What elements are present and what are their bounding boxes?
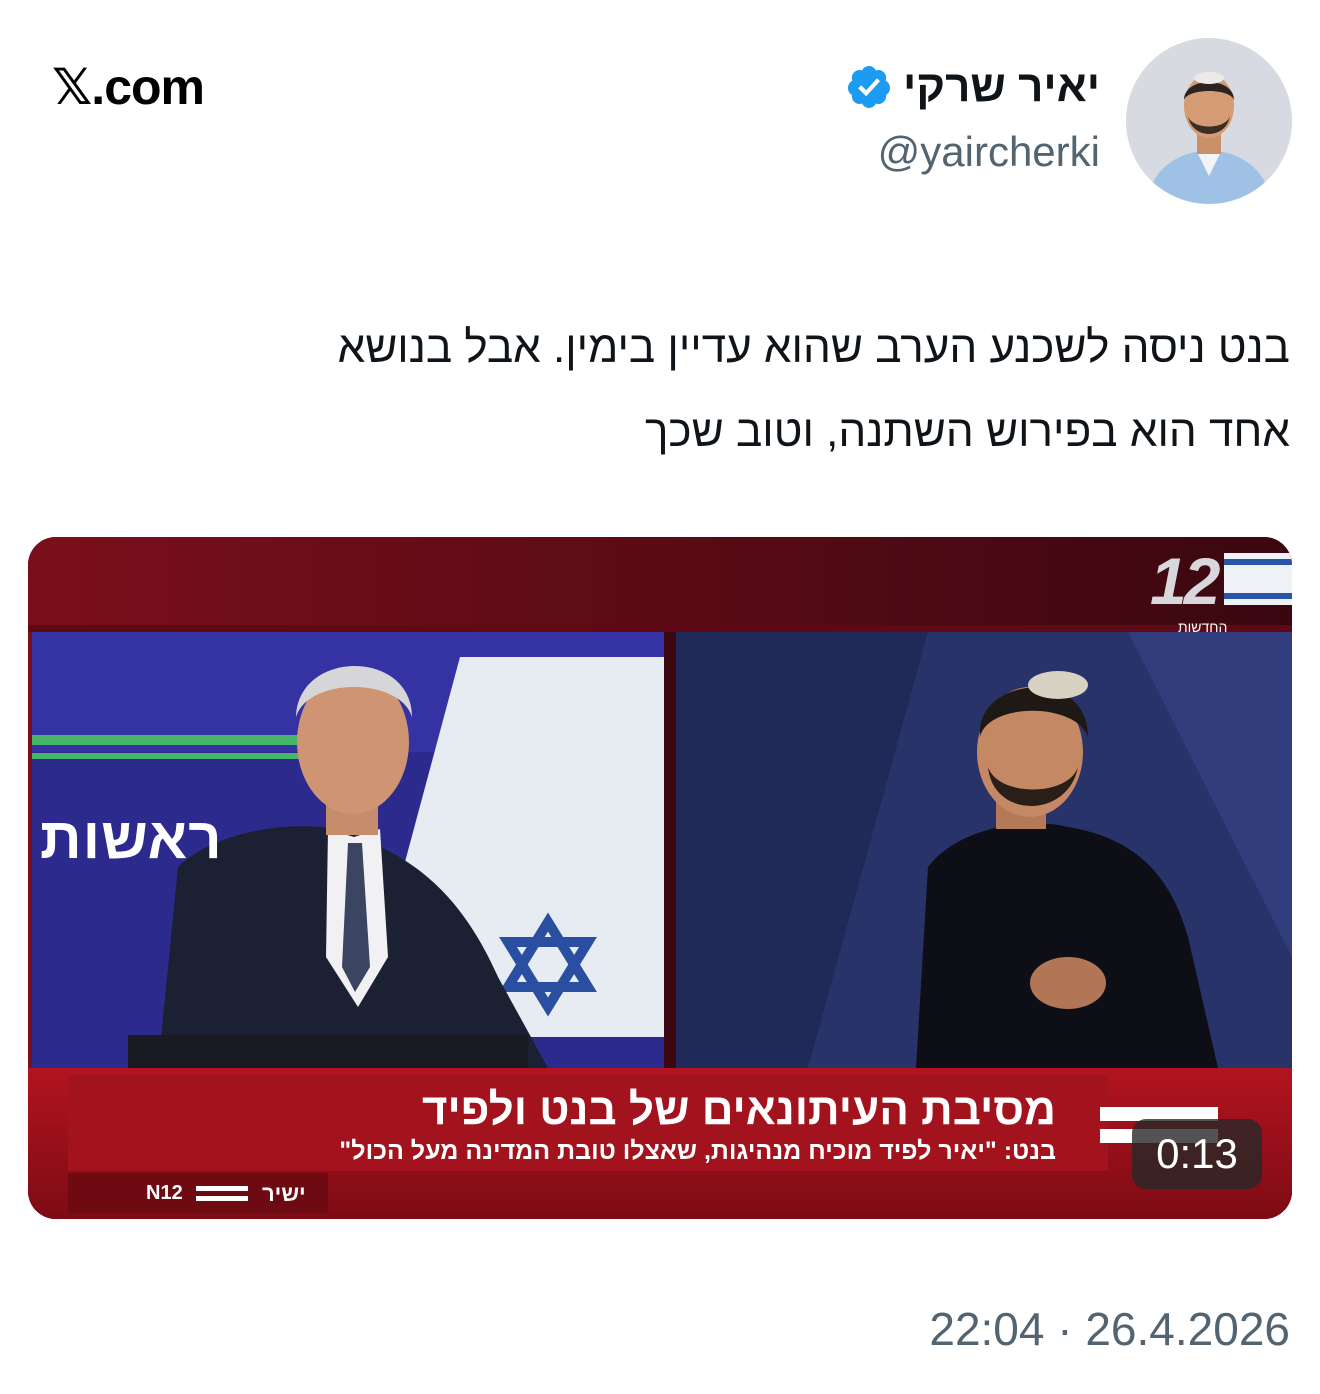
video-duration: 0:13 bbox=[1132, 1119, 1262, 1189]
tweet-line: בנט ניסה לשכנע הערב שהוא עדיין בימין. אב… bbox=[337, 323, 1290, 372]
avatar[interactable] bbox=[1126, 38, 1292, 204]
ticker-headline: מסיבת העיתונאים של בנט ולפיד bbox=[421, 1085, 1056, 1134]
x-icon: 𝕏 bbox=[52, 58, 92, 116]
author-name[interactable]: יאיר שרקי bbox=[903, 62, 1100, 112]
brand-text: com bbox=[104, 59, 205, 115]
x-logo: 𝕏.com bbox=[52, 58, 205, 116]
channel-subtitle: החדשות bbox=[1178, 619, 1228, 635]
tweet-timestamp[interactable]: 22:04 · 26.4.2026 bbox=[929, 1302, 1290, 1356]
tweet-text: בנט ניסה לשכנע הערב שהוא עדיין בימין. אב… bbox=[30, 306, 1290, 474]
stage-banner-text: ראשות bbox=[40, 806, 223, 871]
verified-badge-icon bbox=[848, 66, 891, 108]
live-label: ישיר bbox=[262, 1181, 306, 1206]
ticker-subheadline: בנט: "יאיר לפיד מוכיח מנהיגות, שאצלו טוב… bbox=[339, 1137, 1056, 1165]
n12-logo: N12 bbox=[146, 1182, 183, 1204]
tweet-line: אחד הוא בפירוש השתנה, וטוב שכך bbox=[645, 407, 1290, 456]
author-handle[interactable]: @yaircherki bbox=[878, 128, 1100, 176]
author-name-row[interactable]: יאיר שרקי bbox=[845, 62, 1100, 112]
video-player[interactable]: ראשות 12 החדשות מסיבת העיתונאים של בנט ו… bbox=[28, 537, 1292, 1219]
channel-number: 12 bbox=[1150, 544, 1220, 618]
